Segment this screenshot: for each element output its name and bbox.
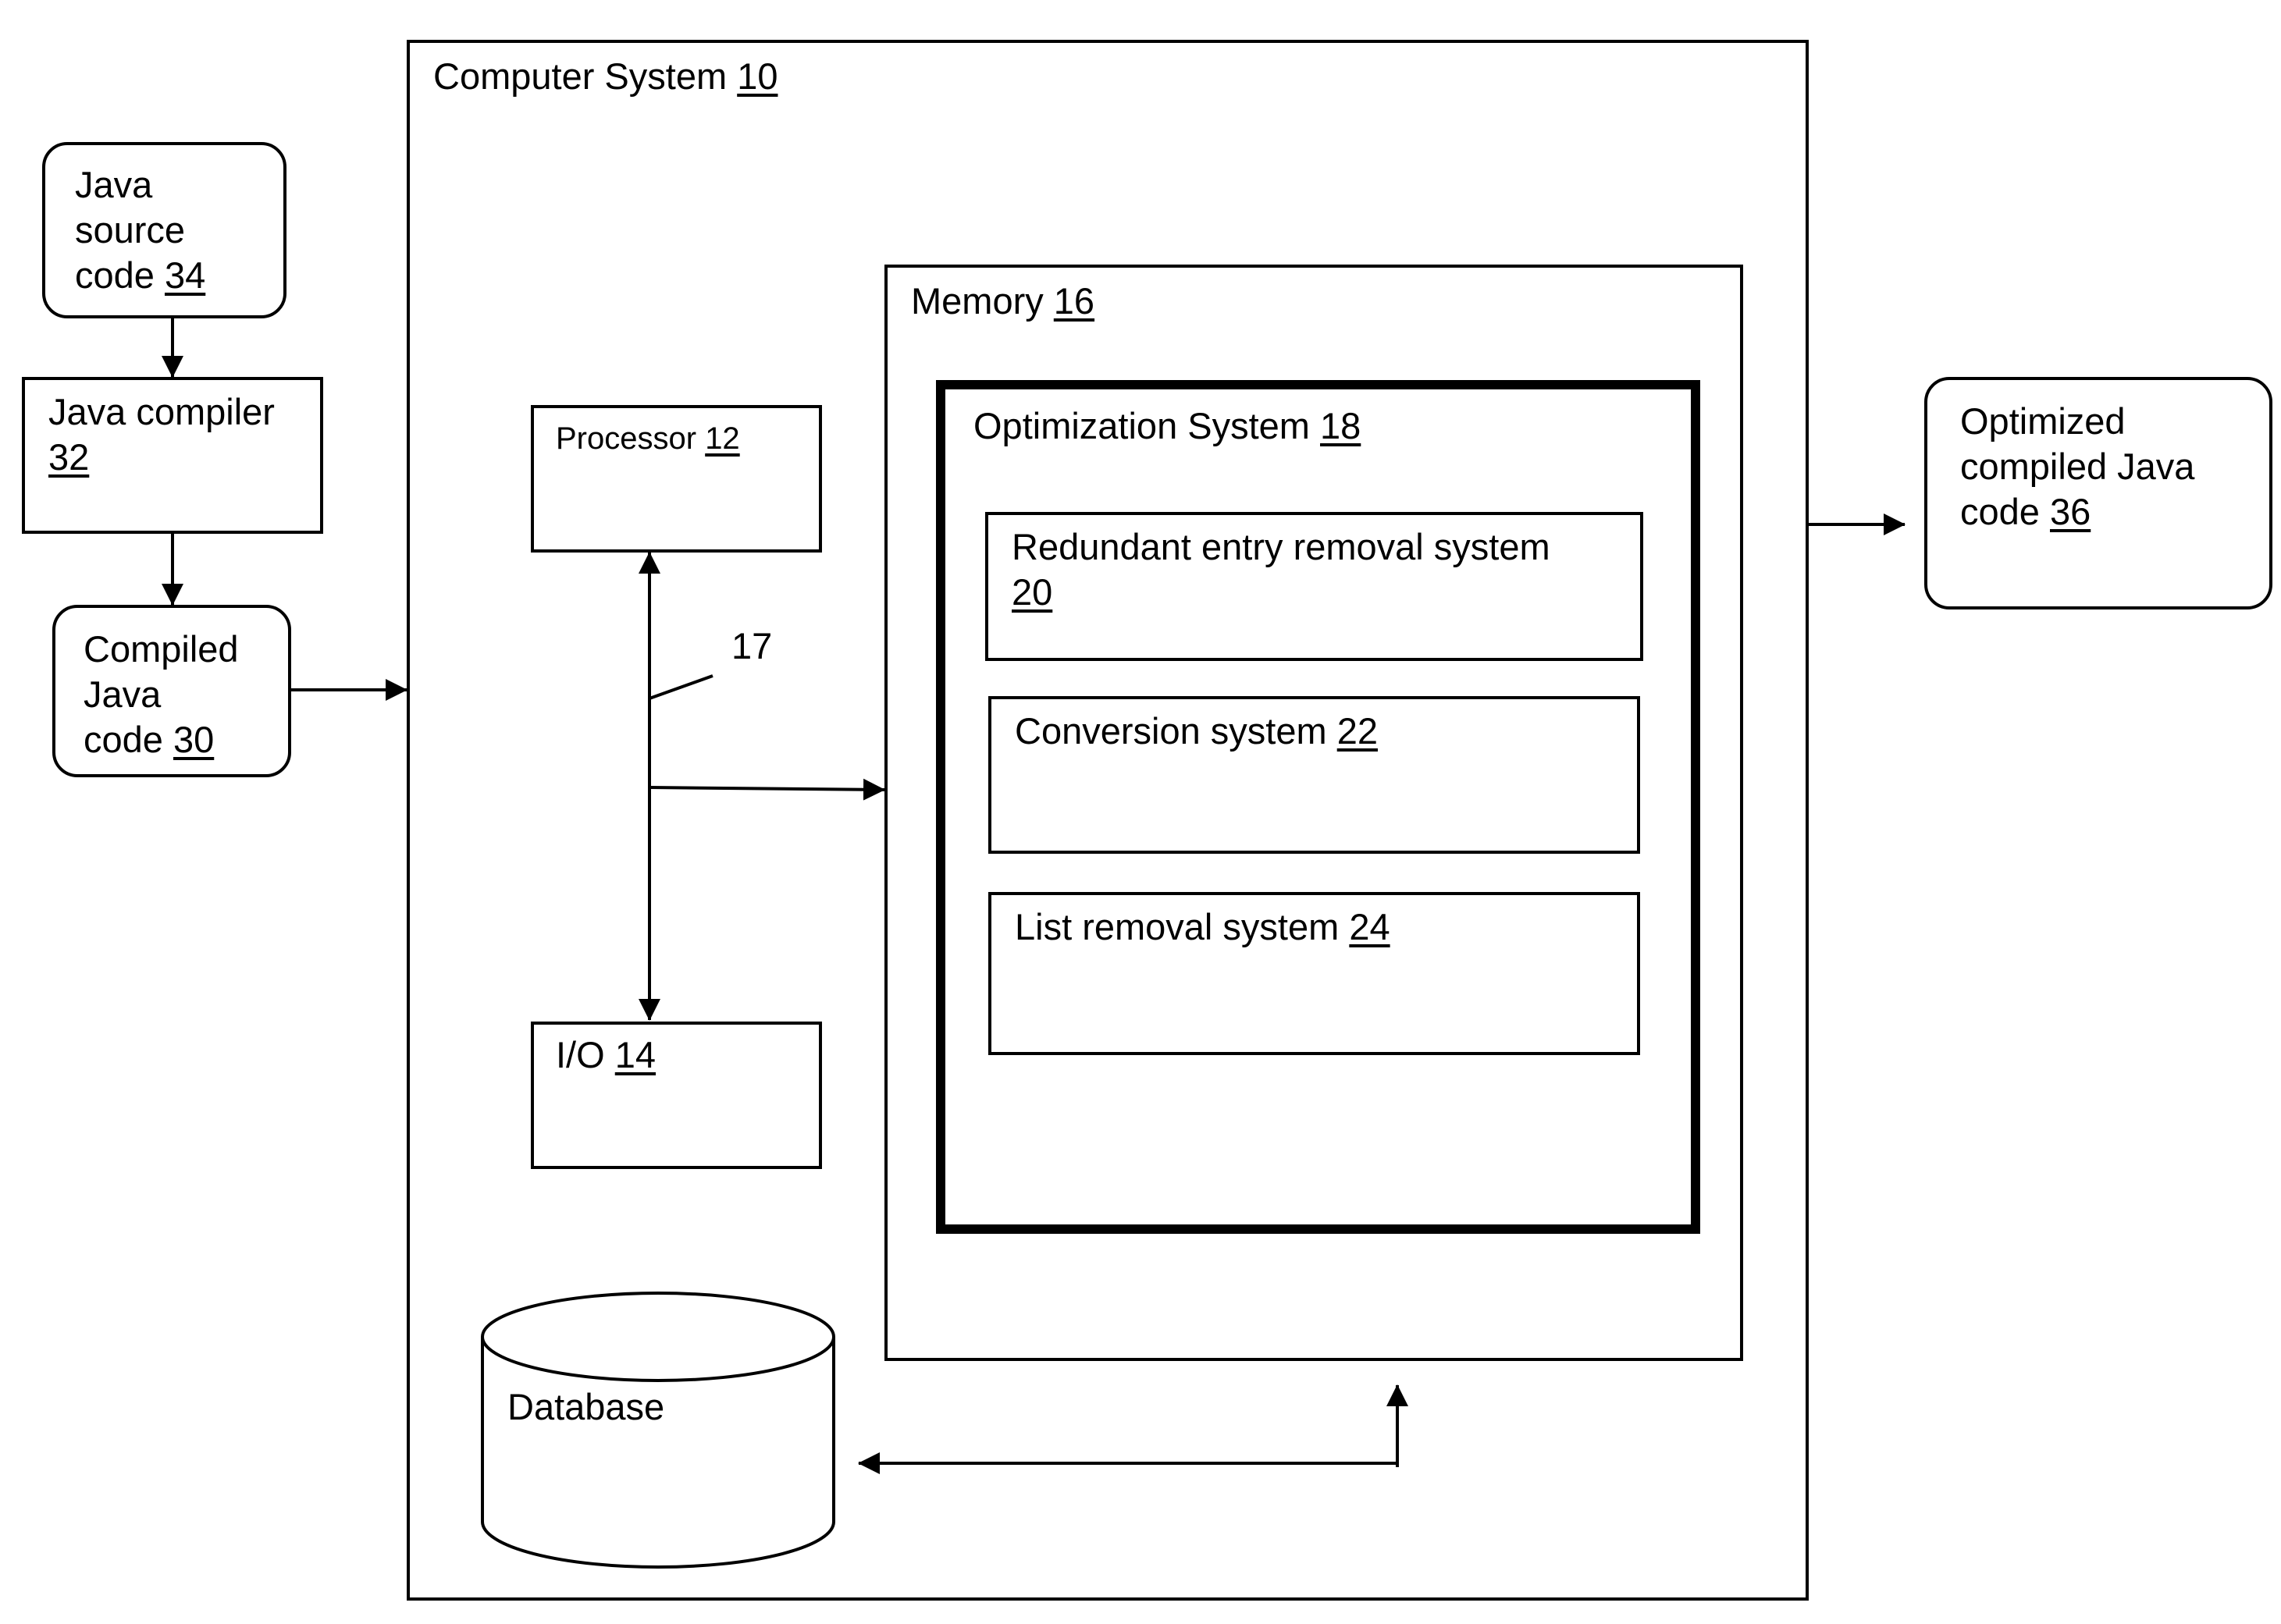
- redundant-entry-removal-box: Redundant entry removal system 20: [985, 512, 1643, 661]
- optimization-system-label: Optimization System: [973, 405, 1310, 446]
- memory-label: Memory: [911, 280, 1044, 322]
- redundant-entry-removal-label: Redundant entry removal system: [1012, 526, 1550, 567]
- list-removal-system-ref: 24: [1349, 906, 1390, 947]
- conversion-system-ref: 22: [1336, 710, 1378, 752]
- compiled-java-code-box: Compiled Java code 30: [52, 605, 291, 777]
- database-label: Database: [507, 1386, 665, 1427]
- io-label: I/O: [556, 1034, 605, 1075]
- java-compiler-box: Java compiler 32: [22, 377, 323, 534]
- processor-label: Processor: [556, 421, 697, 456]
- conversion-system-box: Conversion system 22: [988, 696, 1640, 854]
- java-compiler-ref: 32: [48, 436, 90, 478]
- java-compiler-label: Java compiler: [48, 391, 275, 432]
- processor-ref: 12: [705, 421, 740, 456]
- computer-system-label: Computer System: [433, 55, 728, 97]
- io-box: I/O 14: [531, 1022, 822, 1169]
- java-source-ref: 34: [164, 254, 206, 296]
- compiled-java-ref: 30: [173, 719, 215, 760]
- java-source-code-box: Java source code 34: [42, 142, 286, 318]
- memory-ref: 16: [1053, 280, 1095, 322]
- compiled-java-label: Compiled Java code: [84, 628, 239, 760]
- optimized-compiled-java-box: Optimized compiled Java code 36: [1924, 377, 2272, 609]
- computer-system-ref: 10: [737, 55, 778, 97]
- redundant-entry-removal-ref: 20: [1012, 571, 1053, 613]
- processor-box: Processor 12: [531, 405, 822, 553]
- optimized-java-ref: 36: [2049, 491, 2091, 532]
- conversion-system-label: Conversion system: [1015, 710, 1327, 752]
- list-removal-system-box: List removal system 24: [988, 892, 1640, 1055]
- optimization-system-ref: 18: [1320, 405, 1361, 446]
- list-removal-system-label: List removal system: [1015, 906, 1340, 947]
- io-ref: 14: [614, 1034, 657, 1075]
- bus-ref-label: 17: [731, 625, 773, 666]
